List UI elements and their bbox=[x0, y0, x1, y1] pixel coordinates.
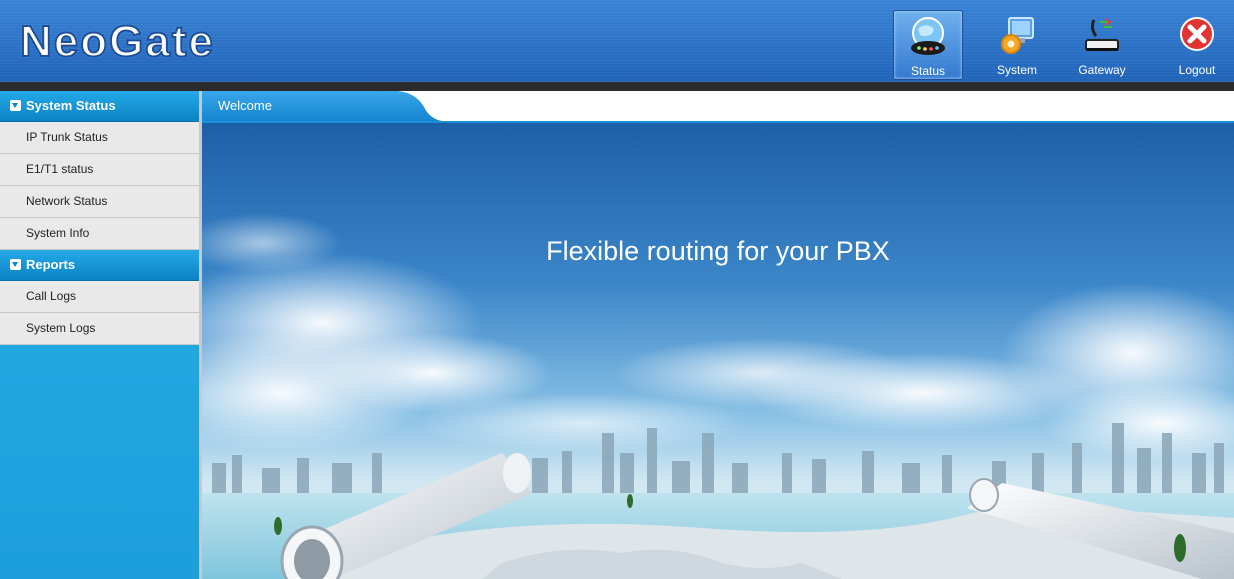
collapse-triangle-icon bbox=[10, 259, 21, 270]
collapse-triangle-icon bbox=[10, 100, 21, 111]
sidebar-item-ip-trunk-status[interactable]: IP Trunk Status bbox=[0, 122, 199, 154]
banner-headline: Flexible routing for your PBX bbox=[546, 236, 890, 266]
tab-bar: Welcome bbox=[202, 91, 1234, 123]
header-divider bbox=[0, 82, 1234, 91]
status-globe-icon bbox=[911, 17, 945, 55]
nav-logout-label: Logout bbox=[1178, 63, 1216, 77]
nav-status-button[interactable]: Status bbox=[893, 10, 963, 80]
nav-system-label: System bbox=[996, 63, 1037, 77]
sidebar-section-system-status[interactable]: System Status bbox=[0, 91, 199, 122]
sidebar-item-e1t1-status[interactable]: E1/T1 status bbox=[0, 154, 199, 186]
welcome-banner: Flexible routing for your PBX bbox=[202, 123, 1234, 579]
tab-welcome-label: Welcome bbox=[218, 98, 272, 113]
nav-logout-button[interactable]: Logout bbox=[1163, 10, 1231, 78]
sidebar-section-title: System Status bbox=[26, 98, 116, 113]
system-monitor-gear-icon bbox=[1001, 17, 1034, 54]
nav-gateway-button[interactable]: Gateway bbox=[1068, 10, 1136, 78]
sidebar-item-system-logs[interactable]: System Logs bbox=[0, 313, 199, 345]
top-header: NeoGate Status System Gateway Logout bbox=[0, 0, 1234, 82]
banner-sky-city-image bbox=[202, 123, 1234, 579]
tab-welcome[interactable]: Welcome bbox=[202, 91, 442, 121]
logout-x-icon bbox=[1180, 17, 1214, 51]
sidebar-section-title: Reports bbox=[26, 257, 76, 272]
sidebar: System Status IP Trunk Status E1/T1 stat… bbox=[0, 91, 202, 579]
sidebar-item-system-info[interactable]: System Info bbox=[0, 218, 199, 250]
sidebar-item-network-status[interactable]: Network Status bbox=[0, 186, 199, 218]
sidebar-section-reports[interactable]: Reports bbox=[0, 250, 199, 281]
nav-gateway-label: Gateway bbox=[1078, 63, 1126, 77]
gateway-device-icon bbox=[1085, 18, 1119, 51]
nav-status-label: Status bbox=[910, 64, 946, 78]
sidebar-item-call-logs[interactable]: Call Logs bbox=[0, 281, 199, 313]
neogate-logo: NeoGate bbox=[19, 16, 215, 67]
nav-system-button[interactable]: System bbox=[983, 10, 1051, 78]
